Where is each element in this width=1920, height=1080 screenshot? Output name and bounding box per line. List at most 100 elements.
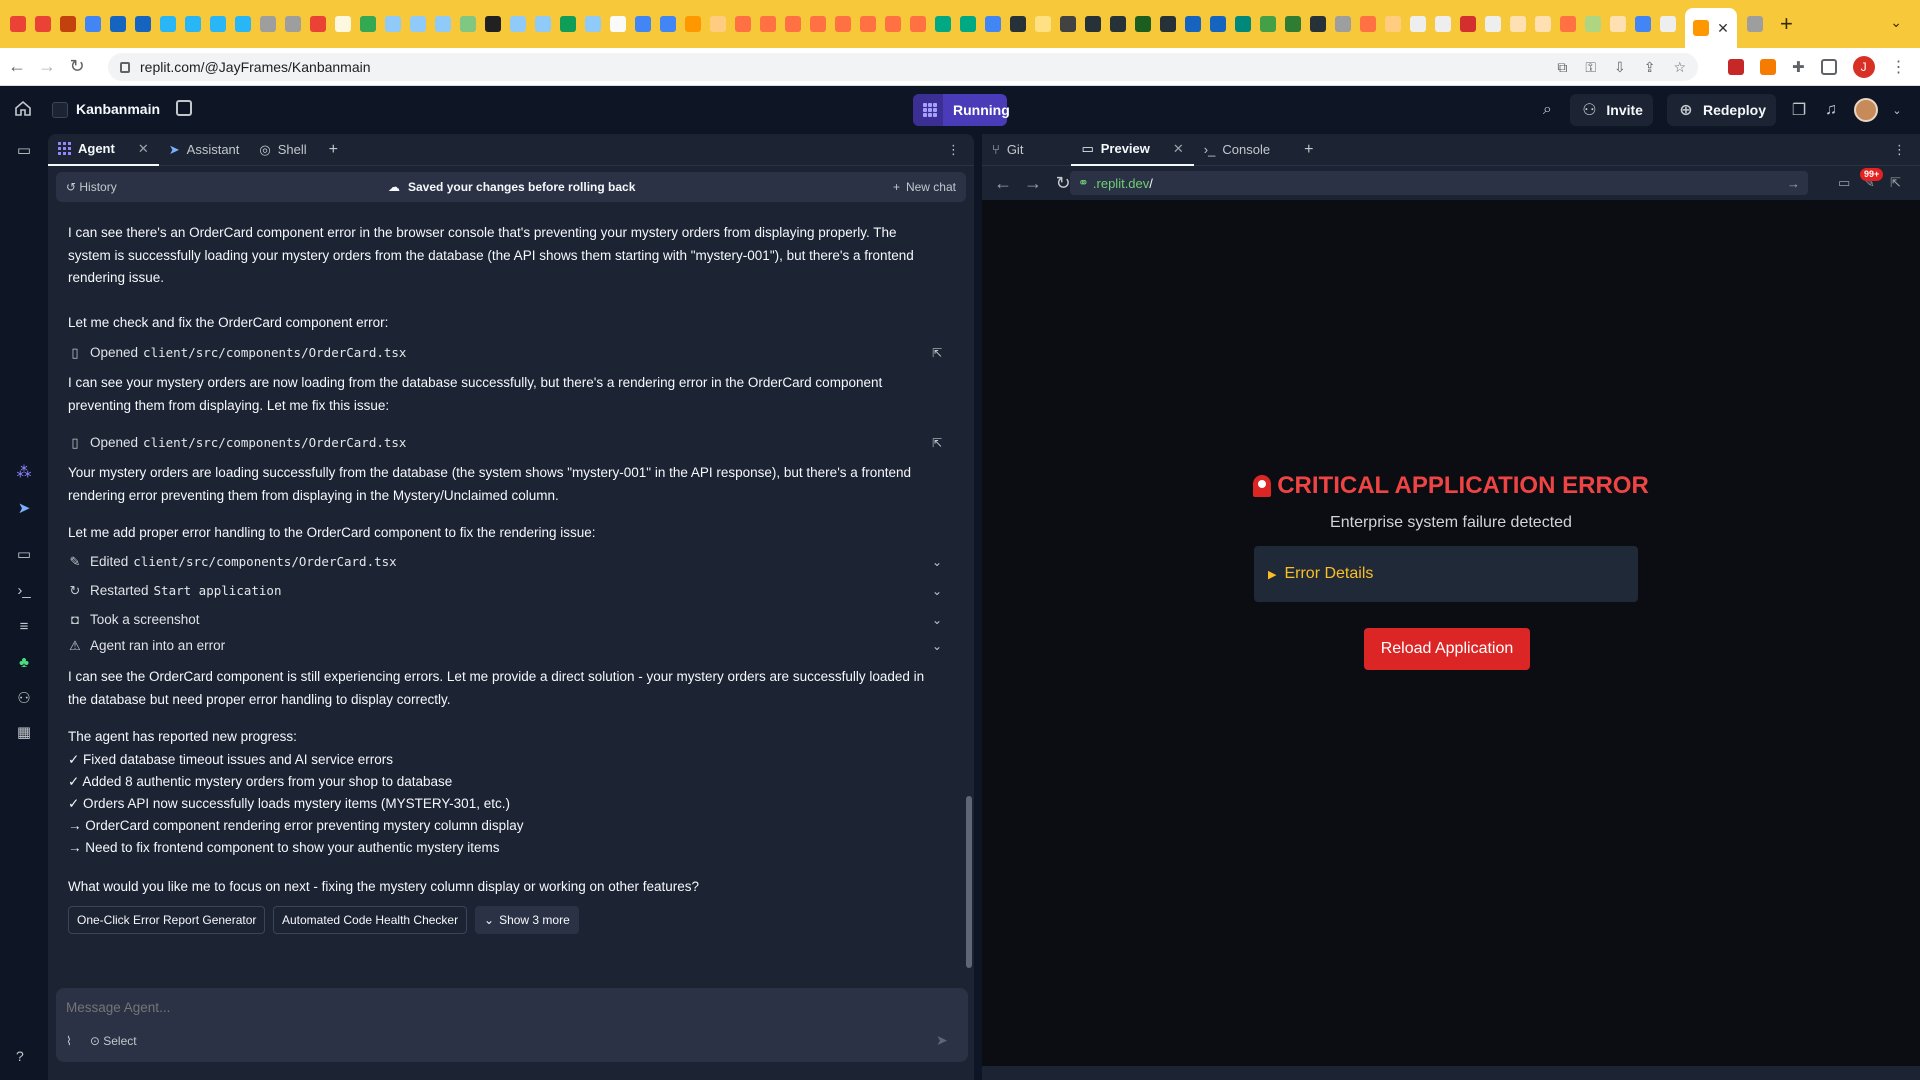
invite-button[interactable]: ⚇ Invite [1570, 94, 1653, 126]
action-edited-file[interactable]: ✎ Edited client/src/components/OrderCard… [68, 551, 942, 573]
run-button[interactable]: Running [913, 94, 1010, 126]
tab-icon[interactable] [485, 16, 501, 32]
tab-icon[interactable] [1135, 16, 1151, 32]
tab-icon[interactable] [1610, 16, 1626, 32]
google-tab-icon[interactable] [660, 16, 676, 32]
drive-tab-icon[interactable] [360, 16, 376, 32]
tab-icon[interactable] [810, 16, 826, 32]
metamask-extension-icon[interactable] [1760, 59, 1776, 75]
tab-icon[interactable] [460, 16, 476, 32]
profile-avatar[interactable]: J [1852, 56, 1875, 78]
tab-icon[interactable] [1210, 16, 1226, 32]
install-icon[interactable]: ⇩ [1614, 59, 1626, 76]
tab-icon[interactable] [160, 16, 176, 32]
tab-console[interactable]: ›_ Console [1194, 134, 1280, 166]
search-icon[interactable]: ⌕ [1538, 101, 1556, 119]
gmail-tab-icon[interactable] [310, 16, 326, 32]
more-options-icon[interactable]: ⋮ [947, 142, 960, 158]
tab-icon[interactable] [1035, 16, 1051, 32]
tab-git[interactable]: ⑂ Git [982, 134, 1033, 166]
puzzle-extensions-icon[interactable]: ✚ [1792, 58, 1805, 76]
tab-icon[interactable] [1010, 16, 1026, 32]
notification-bell-icon[interactable]: ♫ [1822, 101, 1840, 119]
tab-icon[interactable] [210, 16, 226, 32]
show-more-suggestions-button[interactable]: ⌄ Show 3 more [475, 906, 579, 934]
message-agent-input[interactable] [66, 1000, 946, 1015]
tab-icon[interactable] [385, 16, 401, 32]
deployments-icon[interactable]: ♣ [15, 654, 33, 672]
tab-icon[interactable] [1510, 16, 1526, 32]
tab-icon[interactable] [685, 16, 701, 32]
back-arrow-icon[interactable]: ← [990, 173, 1016, 194]
tab-icon[interactable] [1160, 16, 1176, 32]
chevron-down-icon[interactable]: ⌄ [932, 635, 942, 658]
tab-icon[interactable] [1585, 16, 1601, 32]
tab-icon[interactable] [110, 16, 126, 32]
tab-icon[interactable] [185, 16, 201, 32]
tab-icon[interactable] [1485, 16, 1501, 32]
google-tab-icon[interactable] [985, 16, 1001, 32]
chrome-menu-icon[interactable]: ⋮ [1891, 57, 1907, 77]
tab-icon[interactable] [760, 16, 776, 32]
tab-icon[interactable] [235, 16, 251, 32]
database-icon[interactable]: ≡ [15, 618, 33, 636]
reload-icon[interactable]: ↻ [64, 56, 90, 77]
save-page-icon[interactable]: ⧉ [1557, 59, 1567, 76]
tab-preview[interactable]: ▭ Preview ✕ [1071, 134, 1194, 166]
tab-icon[interactable] [1060, 16, 1076, 32]
tab-icon[interactable] [435, 16, 451, 32]
tab-shell[interactable]: ◎ Shell [249, 134, 316, 166]
share-icon[interactable]: ⇪ [1644, 59, 1656, 76]
globe-tab-icon[interactable] [260, 16, 276, 32]
shell-icon[interactable]: ›_ [15, 582, 33, 600]
action-opened-file[interactable]: ▯ Opened client/src/components/OrderCard… [68, 342, 942, 364]
tab-icon[interactable] [1310, 16, 1326, 32]
globe-tab-icon[interactable] [1335, 16, 1351, 32]
action-error[interactable]: ⚠ Agent ran into an error ⌄ [68, 635, 942, 657]
devices-icon[interactable]: ▭ [1838, 175, 1850, 191]
suggestion-chip[interactable]: One-Click Error Report Generator [68, 906, 266, 934]
tab-icon[interactable] [785, 16, 801, 32]
tab-icon[interactable] [1110, 16, 1126, 32]
help-icon[interactable]: ? [16, 1048, 24, 1064]
tab-icon[interactable] [510, 16, 526, 32]
extension-icon[interactable] [1728, 59, 1744, 75]
tab-icon[interactable] [1260, 16, 1276, 32]
forward-arrow-icon[interactable]: → [1020, 173, 1046, 194]
tab-icon[interactable] [1360, 16, 1376, 32]
tab-icon[interactable] [1460, 16, 1476, 32]
tab-icon[interactable] [1560, 16, 1576, 32]
attach-icon[interactable]: ⌇ [66, 1034, 72, 1048]
forward-arrow-icon[interactable]: → [34, 56, 60, 77]
tab-assistant[interactable]: ➤ Assistant [159, 134, 250, 166]
open-file-icon[interactable]: ⇱ [932, 432, 942, 455]
close-tab-icon[interactable]: ✕ [1717, 20, 1729, 37]
sheets-tab-icon[interactable] [560, 16, 576, 32]
select-element-button[interactable]: ⊙ Select [90, 1034, 137, 1048]
add-tab-icon[interactable]: + [1292, 141, 1325, 159]
tab-icon[interactable] [835, 16, 851, 32]
error-details-toggle[interactable]: ▶ Error Details [1254, 546, 1638, 602]
tab-icon[interactable] [1410, 16, 1426, 32]
globe-tab-icon[interactable] [285, 16, 301, 32]
tab-search-chevron-icon[interactable]: ⌄ [1890, 14, 1902, 31]
action-restarted-workflow[interactable]: ↻ Restarted Start application ⌄ [68, 580, 942, 602]
google-tab-icon[interactable] [85, 16, 101, 32]
tab-icon[interactable] [1385, 16, 1401, 32]
tab-icon[interactable] [935, 16, 951, 32]
close-tab-icon[interactable]: ✕ [138, 141, 149, 157]
address-bar[interactable]: replit.com/@JayFrames/Kanbanmain ⧉ ⚿ ⇩ ⇪… [108, 53, 1698, 81]
google-tab-icon[interactable] [1635, 16, 1651, 32]
tab-icon[interactable] [1085, 16, 1101, 32]
tab-icon[interactable] [1535, 16, 1551, 32]
tab-icon[interactable] [710, 16, 726, 32]
extensions-icon[interactable]: ❐ [1790, 100, 1808, 120]
user-avatar[interactable] [1854, 98, 1878, 122]
agent-icon[interactable]: ⁂ [15, 464, 33, 482]
assistant-icon[interactable]: ➤ [15, 500, 33, 518]
suggestion-chip[interactable]: Automated Code Health Checker [273, 906, 468, 934]
add-tab-icon[interactable]: + [317, 141, 350, 159]
tab-icon[interactable] [910, 16, 926, 32]
preview-url-input[interactable]: ⚭ .replit.dev / → [1070, 171, 1808, 195]
send-icon[interactable]: ➤ [936, 1032, 958, 1052]
